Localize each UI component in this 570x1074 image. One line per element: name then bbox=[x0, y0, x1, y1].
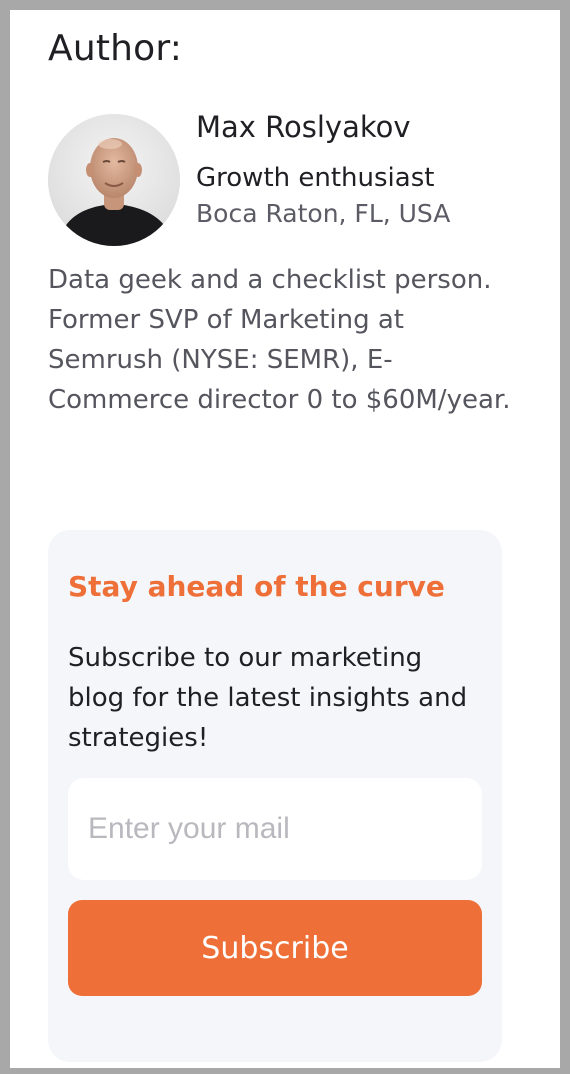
author-name: Max Roslyakov bbox=[196, 110, 411, 144]
author-section-title: Author: bbox=[48, 28, 183, 69]
author-role: Growth enthusiast bbox=[196, 163, 435, 193]
author-avatar bbox=[48, 114, 180, 246]
page-frame: Author: Max Roslyakov Growth enthusiast … bbox=[10, 10, 560, 1068]
newsletter-description: Subscribe to our marketing blog for the … bbox=[68, 643, 468, 753]
newsletter-title: Stay ahead of the curve bbox=[68, 570, 445, 603]
subscribe-button[interactable]: Subscribe bbox=[68, 900, 482, 996]
author-bio: Data geek and a checklist person. Former… bbox=[48, 265, 511, 415]
newsletter-card: Stay ahead of the curve Subscribe to our… bbox=[48, 530, 502, 1062]
author-photo-icon bbox=[48, 114, 180, 246]
email-input[interactable] bbox=[68, 778, 482, 880]
author-location: Boca Raton, FL, USA bbox=[196, 199, 451, 228]
